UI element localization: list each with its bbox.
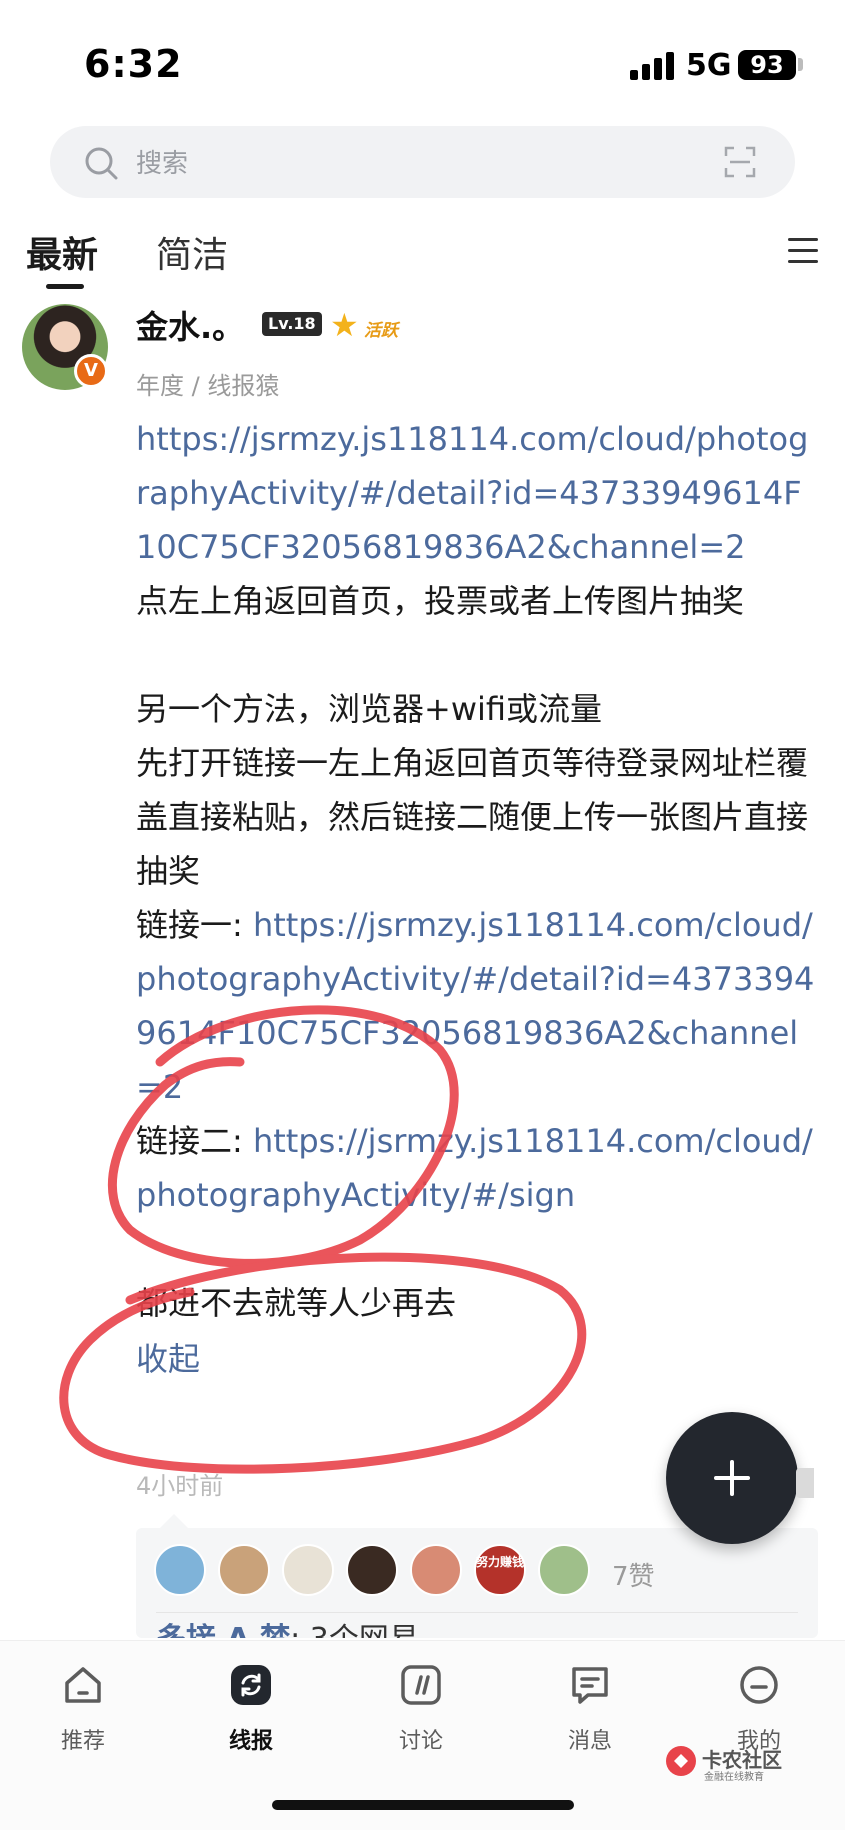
search-placeholder: 搜索 <box>136 149 189 179</box>
liker-badge-text: 努力赚钱 <box>476 1555 525 1569</box>
search-icon <box>85 147 118 180</box>
compose-button[interactable] <box>666 1412 798 1544</box>
feed-tabs: 最新 简洁 <box>0 214 845 294</box>
liker-avatar[interactable] <box>410 1544 462 1596</box>
nav-item-recommend[interactable]: 推荐 <box>28 1663 138 1755</box>
side-handle[interactable] <box>796 1468 814 1498</box>
watermark-logo-icon <box>666 1746 696 1776</box>
tab-latest[interactable]: 最新 <box>26 226 98 278</box>
status-time: 6:32 <box>84 42 183 86</box>
refresh-icon <box>231 1665 271 1705</box>
scan-icon[interactable] <box>724 146 756 178</box>
nav-item-discuss[interactable]: 讨论 <box>366 1663 476 1755</box>
liker-avatar[interactable] <box>538 1544 590 1596</box>
nav-label: 推荐 <box>60 1729 105 1754</box>
nav-label: 讨论 <box>398 1729 443 1754</box>
discuss-icon <box>401 1665 441 1705</box>
post-link-top[interactable]: https://jsrmzy.js118114.com/cloud/photog… <box>136 412 818 574</box>
liker-avatar[interactable] <box>346 1544 398 1596</box>
comment-preview[interactable]: 多接 A 梦: 3个网易 <box>156 1620 419 1638</box>
link-one-row: 链接一: https://jsrmzy.js118114.com/cloud/p… <box>136 898 818 1114</box>
profile-icon <box>740 1666 778 1704</box>
verified-icon: V <box>74 354 108 388</box>
nav-item-deals[interactable]: 线报 <box>196 1663 306 1755</box>
search-input[interactable]: 搜索 <box>50 126 795 198</box>
liker-avatar[interactable] <box>154 1544 206 1596</box>
link-two-label: 链接二: <box>136 1122 253 1160</box>
username[interactable]: 金水.。 <box>136 302 244 348</box>
watermark: 卡农社区 金融在线教育 <box>664 1744 814 1783</box>
liker-avatar[interactable] <box>218 1544 270 1596</box>
liker-avatar[interactable] <box>282 1544 334 1596</box>
tab-indicator <box>46 284 84 289</box>
network-label: 5G <box>686 48 732 83</box>
nav-item-messages[interactable]: 消息 <box>535 1663 645 1755</box>
likes-box: 努力赚钱 7赞 多接 A 梦: 3个网易 <box>136 1514 818 1638</box>
post-body: https://jsrmzy.js118114.com/cloud/photog… <box>136 412 818 1386</box>
active-label: 活跃 <box>364 321 398 341</box>
battery-icon: 93 <box>738 50 796 80</box>
tab-simple[interactable]: 简洁 <box>156 226 228 278</box>
post-line-4: 都进不去就等人少再去 <box>136 1284 457 1322</box>
status-bar: 6:32 5G 93 <box>0 0 845 120</box>
collapse-link[interactable]: 收起 <box>136 1332 818 1386</box>
nav-item-profile[interactable]: 我的 <box>704 1663 814 1755</box>
post-timestamp: 4小时前 <box>136 1472 224 1500</box>
liker-avatar[interactable]: 努力赚钱 <box>474 1544 526 1596</box>
post-line-2: 另一个方法，浏览器+wifi或流量 <box>136 690 603 728</box>
nav-label: 消息 <box>567 1729 612 1754</box>
post-line-3: 先打开链接一左上角返回首页等待登录网址栏覆盖直接粘贴，然后链接二随便上传一张图片… <box>136 744 809 890</box>
home-icon <box>65 1667 101 1703</box>
star-icon: ★ <box>330 306 359 344</box>
comment-text: : 3个网易 <box>290 1622 419 1638</box>
comment-author: 多接 A 梦 <box>156 1622 290 1638</box>
menu-icon[interactable] <box>788 238 818 264</box>
message-icon <box>572 1667 608 1704</box>
link-two-row: 链接二: https://jsrmzy.js118114.com/cloud/p… <box>136 1114 818 1222</box>
battery-tip <box>798 58 803 71</box>
post-line-1: 点左上角返回首页，投票或者上传图片抽奖 <box>136 582 745 620</box>
link-one-label: 链接一: <box>136 906 253 944</box>
signal-icon <box>630 50 676 80</box>
divider <box>156 1612 798 1613</box>
level-badge: Lv.18 <box>262 312 322 336</box>
nav-label: 线报 <box>228 1729 273 1754</box>
likes-count: 7赞 <box>612 1562 655 1592</box>
home-indicator[interactable] <box>272 1800 574 1810</box>
watermark-subtitle: 金融在线教育 <box>704 1772 764 1783</box>
post-meta: 年度 / 线报猿 <box>136 372 280 400</box>
